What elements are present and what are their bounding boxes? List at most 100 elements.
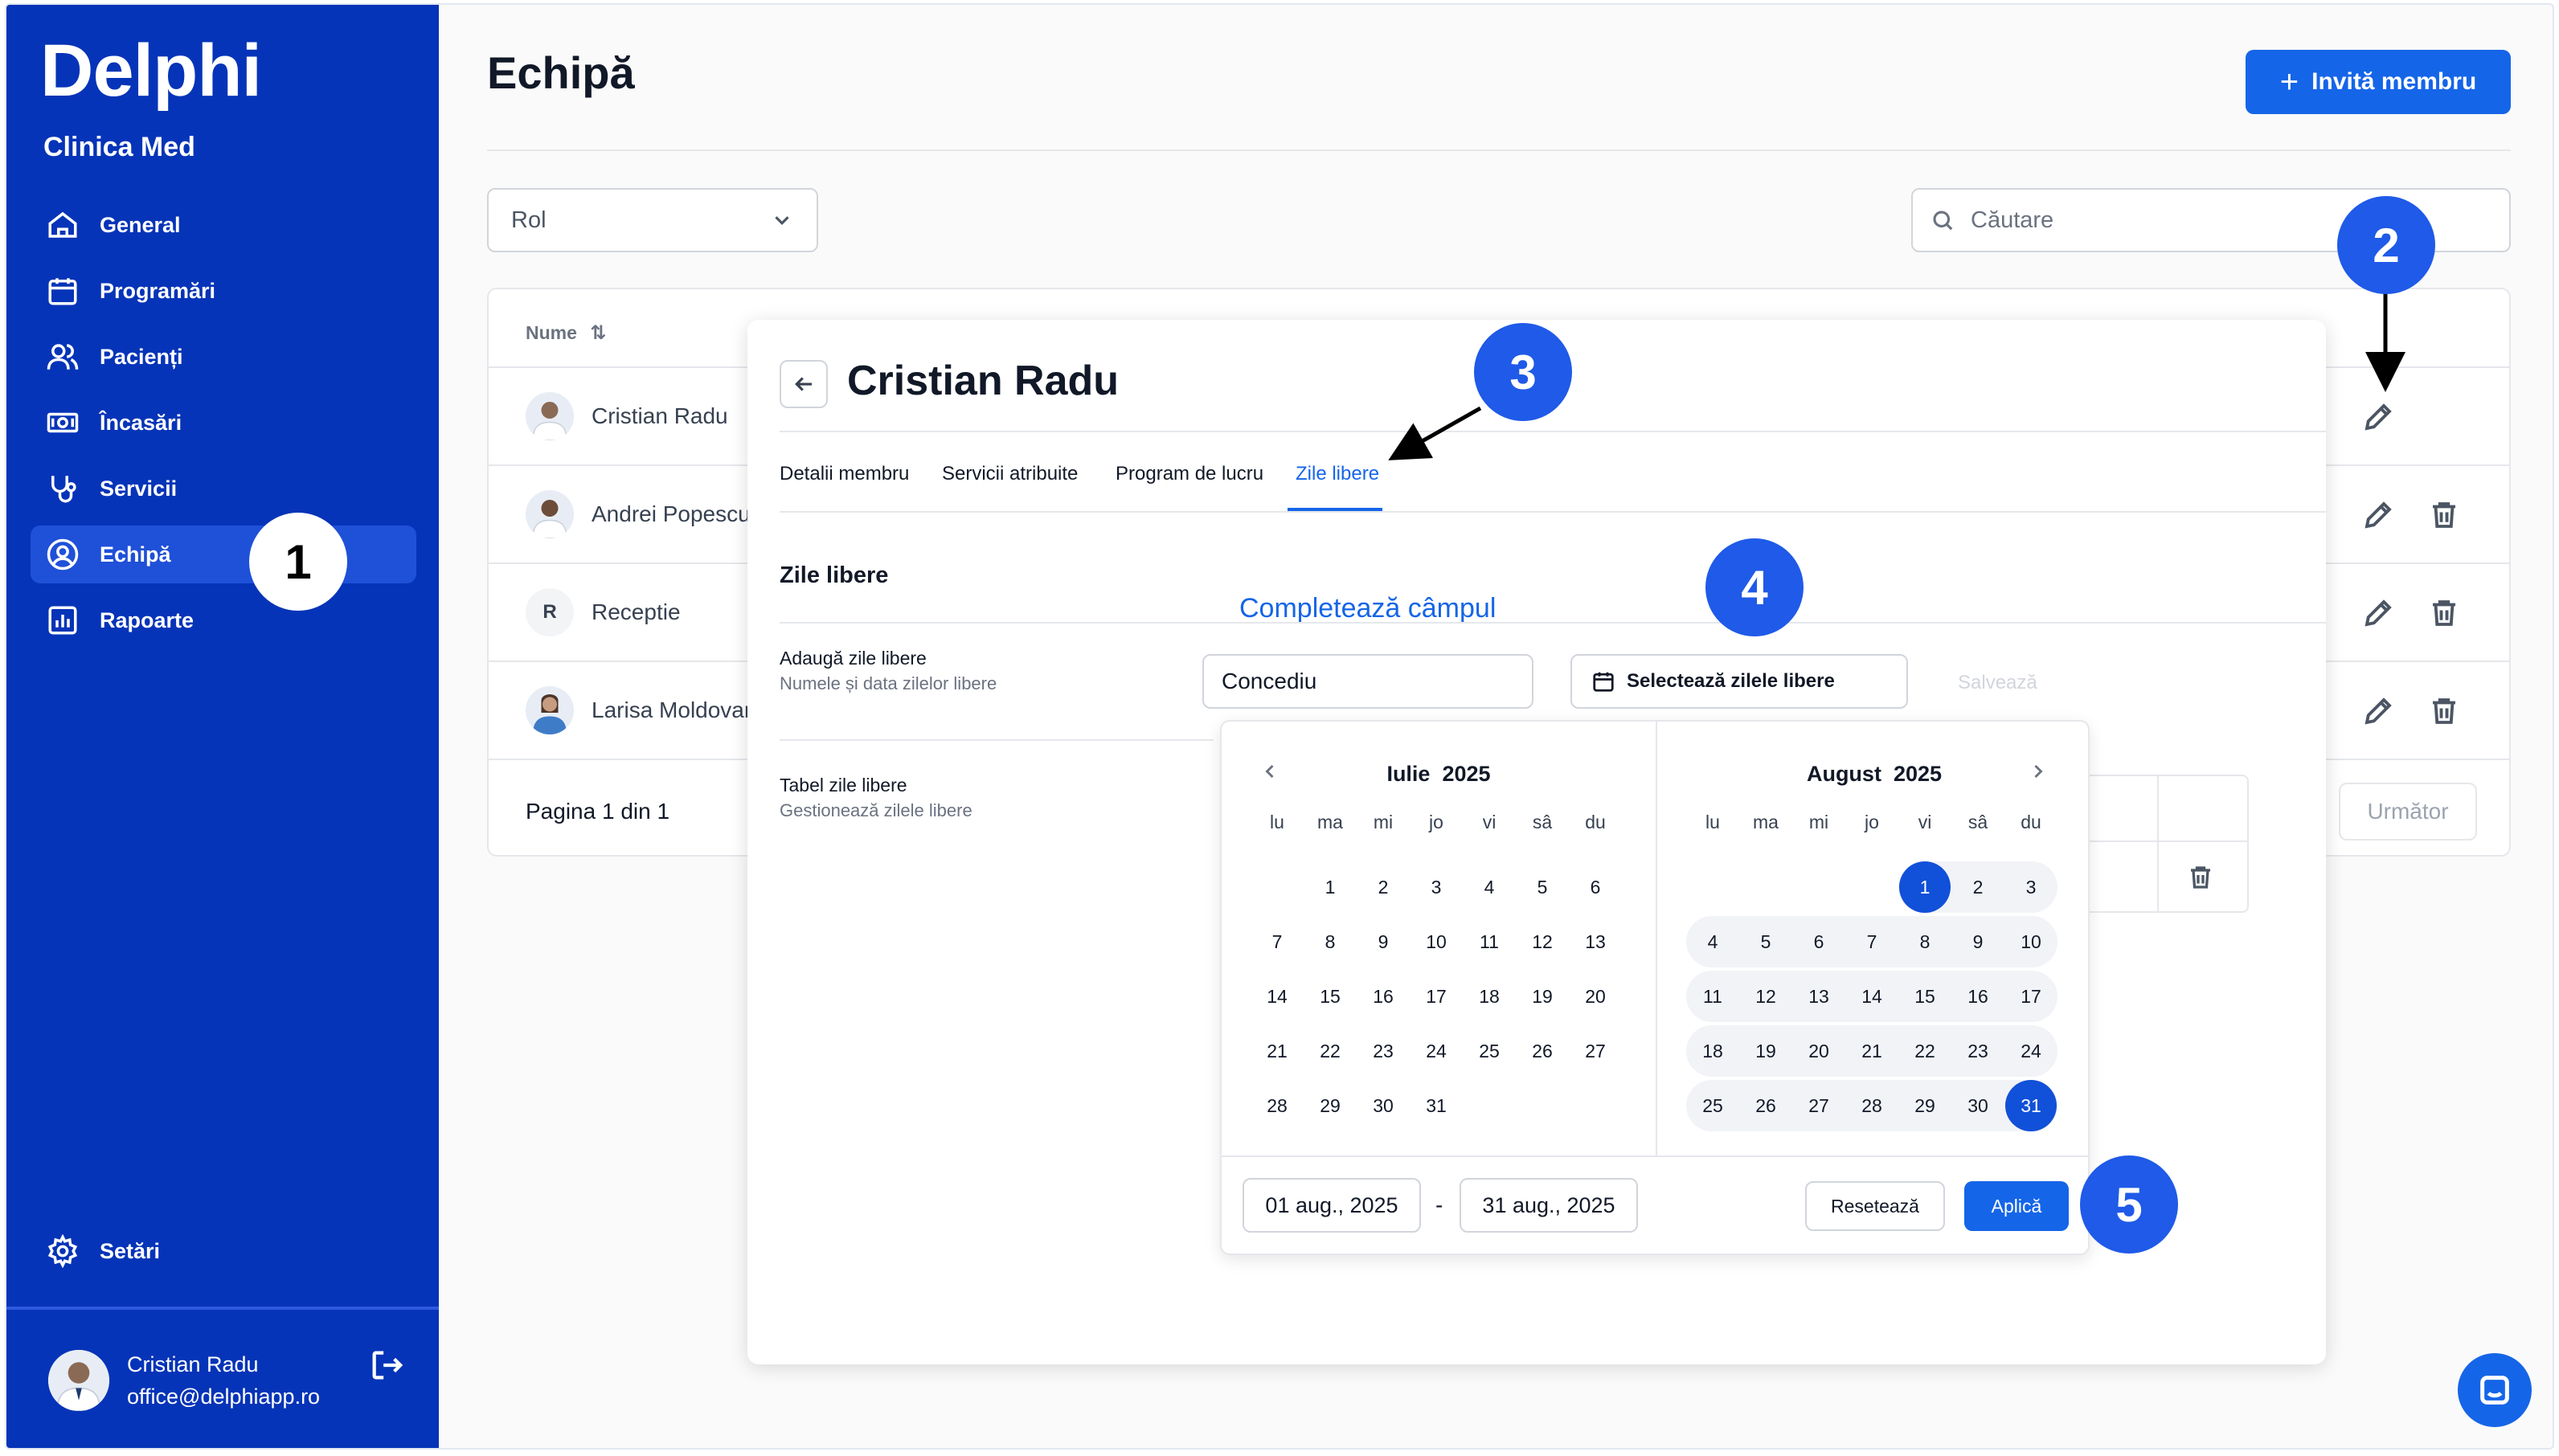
- calendar-day[interactable]: 29: [1898, 1080, 1951, 1131]
- calendar-day[interactable]: 12: [1739, 971, 1792, 1022]
- sidebar-item-incasari[interactable]: Încasări: [31, 394, 416, 452]
- trash-icon[interactable]: [2427, 694, 2463, 730]
- calendar-day[interactable]: 26: [1739, 1080, 1792, 1131]
- edit-icon[interactable]: [2361, 400, 2397, 436]
- trash-icon[interactable]: [2427, 596, 2463, 632]
- calendar-day[interactable]: 3: [1410, 861, 1463, 913]
- calendar-day[interactable]: 15: [1898, 971, 1951, 1022]
- calendar-day[interactable]: 17: [1410, 971, 1463, 1022]
- calendar-day[interactable]: 14: [1251, 971, 1304, 1022]
- calendar-day[interactable]: 11: [1463, 916, 1516, 967]
- sidebar-item-setari[interactable]: Setări: [31, 1222, 416, 1280]
- calendar-day[interactable]: 6: [1792, 916, 1845, 967]
- calendar-day[interactable]: 13: [1792, 971, 1845, 1022]
- chat-button[interactable]: [2458, 1353, 2532, 1427]
- calendar-day[interactable]: 31: [1410, 1080, 1463, 1131]
- calendar-day[interactable]: 3: [2004, 861, 2057, 913]
- calendar-day[interactable]: 21: [1251, 1025, 1304, 1077]
- calendar-day[interactable]: 29: [1304, 1080, 1357, 1131]
- tab-program-de-lucru[interactable]: Program de lucru: [1116, 463, 1263, 485]
- calendar-day[interactable]: 11: [1686, 971, 1739, 1022]
- role-select[interactable]: Rol: [487, 188, 818, 252]
- calendar-day[interactable]: 7: [1251, 916, 1304, 967]
- calendar-day[interactable]: 23: [1951, 1025, 2004, 1077]
- calendar-day[interactable]: 21: [1845, 1025, 1898, 1077]
- calendar-day[interactable]: 13: [1569, 916, 1622, 967]
- calendar-day[interactable]: 23: [1357, 1025, 1410, 1077]
- calendar-day[interactable]: 15: [1304, 971, 1357, 1022]
- days-off-name-input[interactable]: Concediu: [1202, 654, 1533, 709]
- calendar-day[interactable]: 25: [1686, 1080, 1739, 1131]
- calendar-day[interactable]: 1: [1304, 861, 1357, 913]
- logout-icon[interactable]: [368, 1347, 405, 1384]
- calendar-day[interactable]: 19: [1739, 1025, 1792, 1077]
- apply-button[interactable]: Aplică: [1964, 1181, 2069, 1231]
- calendar-month-july: Iulie 2025 lu ma mi jo vi sâ du 1 2 3 4 5 6 7 8 9 10 11 12…: [1222, 722, 1656, 1155]
- calendar-day[interactable]: 8: [1304, 916, 1357, 967]
- invite-member-button[interactable]: + Invită membru: [2246, 50, 2511, 114]
- calendar-day[interactable]: 31: [2004, 1080, 2057, 1131]
- calendar-day[interactable]: 5: [1516, 861, 1569, 913]
- column-header-name[interactable]: Nume ⇅: [526, 321, 606, 345]
- sidebar-item-servicii[interactable]: Servicii: [31, 460, 416, 517]
- calendar-day[interactable]: 4: [1686, 916, 1739, 967]
- calendar-day[interactable]: 30: [1357, 1080, 1410, 1131]
- edit-icon[interactable]: [2361, 498, 2397, 534]
- select-days-off-button[interactable]: Selectează zilele libere: [1570, 654, 1908, 709]
- sidebar-item-rapoarte[interactable]: Rapoarte: [31, 591, 416, 649]
- back-button[interactable]: [780, 360, 828, 408]
- range-end-input[interactable]: 31 aug., 2025: [1460, 1178, 1638, 1233]
- calendar-day[interactable]: 17: [2004, 971, 2057, 1022]
- calendar-day[interactable]: 30: [1951, 1080, 2004, 1131]
- range-start-input[interactable]: 01 aug., 2025: [1243, 1178, 1421, 1233]
- edit-icon[interactable]: [2361, 694, 2397, 730]
- trash-icon[interactable]: [2427, 498, 2463, 534]
- calendar-day[interactable]: 2: [1951, 861, 2004, 913]
- calendar-day[interactable]: 26: [1516, 1025, 1569, 1077]
- calendar-day[interactable]: 10: [1410, 916, 1463, 967]
- calendar-day[interactable]: 2: [1357, 861, 1410, 913]
- calendar-day[interactable]: 7: [1845, 916, 1898, 967]
- calendar-day[interactable]: 27: [1792, 1080, 1845, 1131]
- calendar-day[interactable]: 20: [1569, 971, 1622, 1022]
- calendar-day[interactable]: 5: [1739, 916, 1792, 967]
- trash-icon[interactable]: [2186, 863, 2218, 895]
- sidebar-item-general[interactable]: General: [31, 196, 416, 254]
- calendar-day[interactable]: 18: [1686, 1025, 1739, 1077]
- tab-servicii-atribuite[interactable]: Servicii atribuite: [942, 463, 1078, 485]
- save-button[interactable]: Salvează: [1958, 672, 2037, 694]
- calendar-day[interactable]: 28: [1251, 1080, 1304, 1131]
- next-page-button[interactable]: Următor: [2339, 783, 2477, 840]
- calendar-day[interactable]: 19: [1516, 971, 1569, 1022]
- tab-zile-libere[interactable]: Zile libere: [1296, 463, 1379, 485]
- reset-button[interactable]: Resetează: [1805, 1181, 1945, 1231]
- calendar-day[interactable]: 4: [1463, 861, 1516, 913]
- edit-icon[interactable]: [2361, 596, 2397, 632]
- calendar-day[interactable]: 18: [1463, 971, 1516, 1022]
- calendar-day[interactable]: 24: [1410, 1025, 1463, 1077]
- calendar-day[interactable]: 20: [1792, 1025, 1845, 1077]
- calendar-day[interactable]: 28: [1845, 1080, 1898, 1131]
- calendar-day[interactable]: 22: [1898, 1025, 1951, 1077]
- calendar-day[interactable]: 16: [1951, 971, 2004, 1022]
- calendar-day[interactable]: 9: [1951, 916, 2004, 967]
- calendar-day[interactable]: 24: [2004, 1025, 2057, 1077]
- calendar-day[interactable]: 27: [1569, 1025, 1622, 1077]
- calendar-icon: [45, 273, 80, 309]
- calendar-day[interactable]: 6: [1569, 861, 1622, 913]
- chevron-right-icon[interactable]: [2027, 760, 2053, 786]
- calendar-day[interactable]: 9: [1357, 916, 1410, 967]
- calendar-day[interactable]: 14: [1845, 971, 1898, 1022]
- calendar-day[interactable]: 22: [1304, 1025, 1357, 1077]
- calendar-day[interactable]: 10: [2004, 916, 2057, 967]
- calendar-day[interactable]: 8: [1898, 916, 1951, 967]
- calendar-day[interactable]: 12: [1516, 916, 1569, 967]
- sidebar-item-echipa[interactable]: Echipă: [31, 526, 416, 583]
- avatar[interactable]: [48, 1350, 109, 1411]
- calendar-day[interactable]: 25: [1463, 1025, 1516, 1077]
- tab-detalii-membru[interactable]: Detalii membru: [780, 463, 909, 485]
- calendar-day[interactable]: 1: [1898, 861, 1951, 913]
- sidebar-item-pacienti[interactable]: Pacienți: [31, 328, 416, 386]
- calendar-day[interactable]: 16: [1357, 971, 1410, 1022]
- sidebar-item-programari[interactable]: Programări: [31, 262, 416, 320]
